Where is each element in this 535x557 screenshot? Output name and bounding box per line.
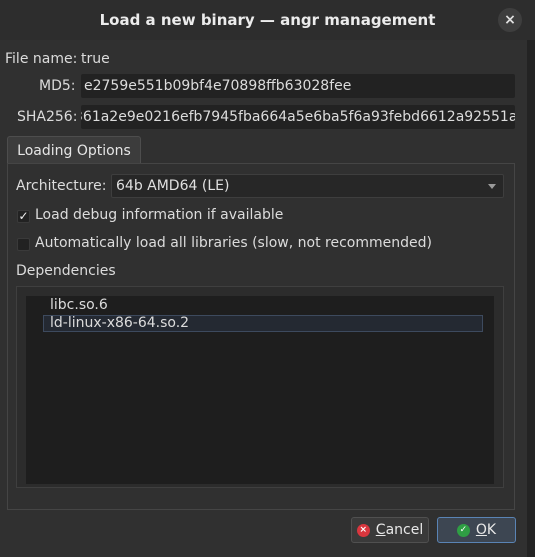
chevron-down-icon xyxy=(488,184,496,189)
list-item-selected[interactable]: ld-linux-x86-64.so.2 xyxy=(43,315,483,332)
architecture-select[interactable]: 64b AMD64 (LE) xyxy=(111,174,504,198)
ok-label: OK xyxy=(476,522,496,538)
sha256-field[interactable]: 361a2e9e0216efb7945fba664a5e6ba5f6a93feb… xyxy=(81,105,515,129)
window-title: Load a new binary — angr management xyxy=(99,11,436,29)
dependencies-list[interactable]: libc.so.6 ld-linux-x86-64.so.2 xyxy=(26,296,494,484)
load-debug-checkbox[interactable]: ✓ xyxy=(17,210,30,223)
dialog-body: File name: true MD5: e2759e551b09bf4e708… xyxy=(0,40,527,557)
cancel-icon: × xyxy=(356,523,370,537)
sha256-label: SHA256: xyxy=(17,109,78,125)
check-icon: ✓ xyxy=(18,209,29,223)
close-button[interactable]: × xyxy=(498,8,522,32)
auto-load-label: Automatically load all libraries (slow, … xyxy=(35,235,432,251)
cancel-mnemonic: C xyxy=(375,522,386,538)
tab-loading-options[interactable]: Loading Options xyxy=(7,136,141,164)
list-item[interactable]: libc.so.6 xyxy=(43,297,483,314)
architecture-label: Architecture: xyxy=(16,178,107,194)
file-name-value: true xyxy=(81,51,110,67)
title-bar: Load a new binary — angr management × xyxy=(0,0,535,40)
file-name-label: File name: xyxy=(5,51,78,67)
cancel-label-rest: ancel xyxy=(385,522,424,538)
md5-label: MD5: xyxy=(39,78,76,94)
window-edge xyxy=(527,40,535,557)
tab-label: Loading Options xyxy=(17,142,131,159)
ok-label-rest: K xyxy=(486,522,497,538)
ok-mnemonic: O xyxy=(475,522,487,538)
close-icon: × xyxy=(504,12,516,28)
md5-field[interactable]: e2759e551b09bf4e70898ffb63028fee xyxy=(81,74,515,98)
ok-button[interactable]: ✓ OK xyxy=(437,517,516,543)
auto-load-checkbox[interactable] xyxy=(17,238,30,251)
cancel-label: Cancel xyxy=(376,522,423,538)
dependencies-group: libc.so.6 ld-linux-x86-64.so.2 xyxy=(16,286,504,488)
dependencies-label: Dependencies xyxy=(16,263,116,279)
load-debug-label: Load debug information if available xyxy=(35,207,284,223)
cancel-button[interactable]: × Cancel xyxy=(351,517,429,543)
ok-icon: ✓ xyxy=(456,523,470,537)
architecture-value: 64b AMD64 (LE) xyxy=(116,178,230,194)
loading-options-panel: Architecture: 64b AMD64 (LE) ✓ Load debu… xyxy=(7,163,515,510)
